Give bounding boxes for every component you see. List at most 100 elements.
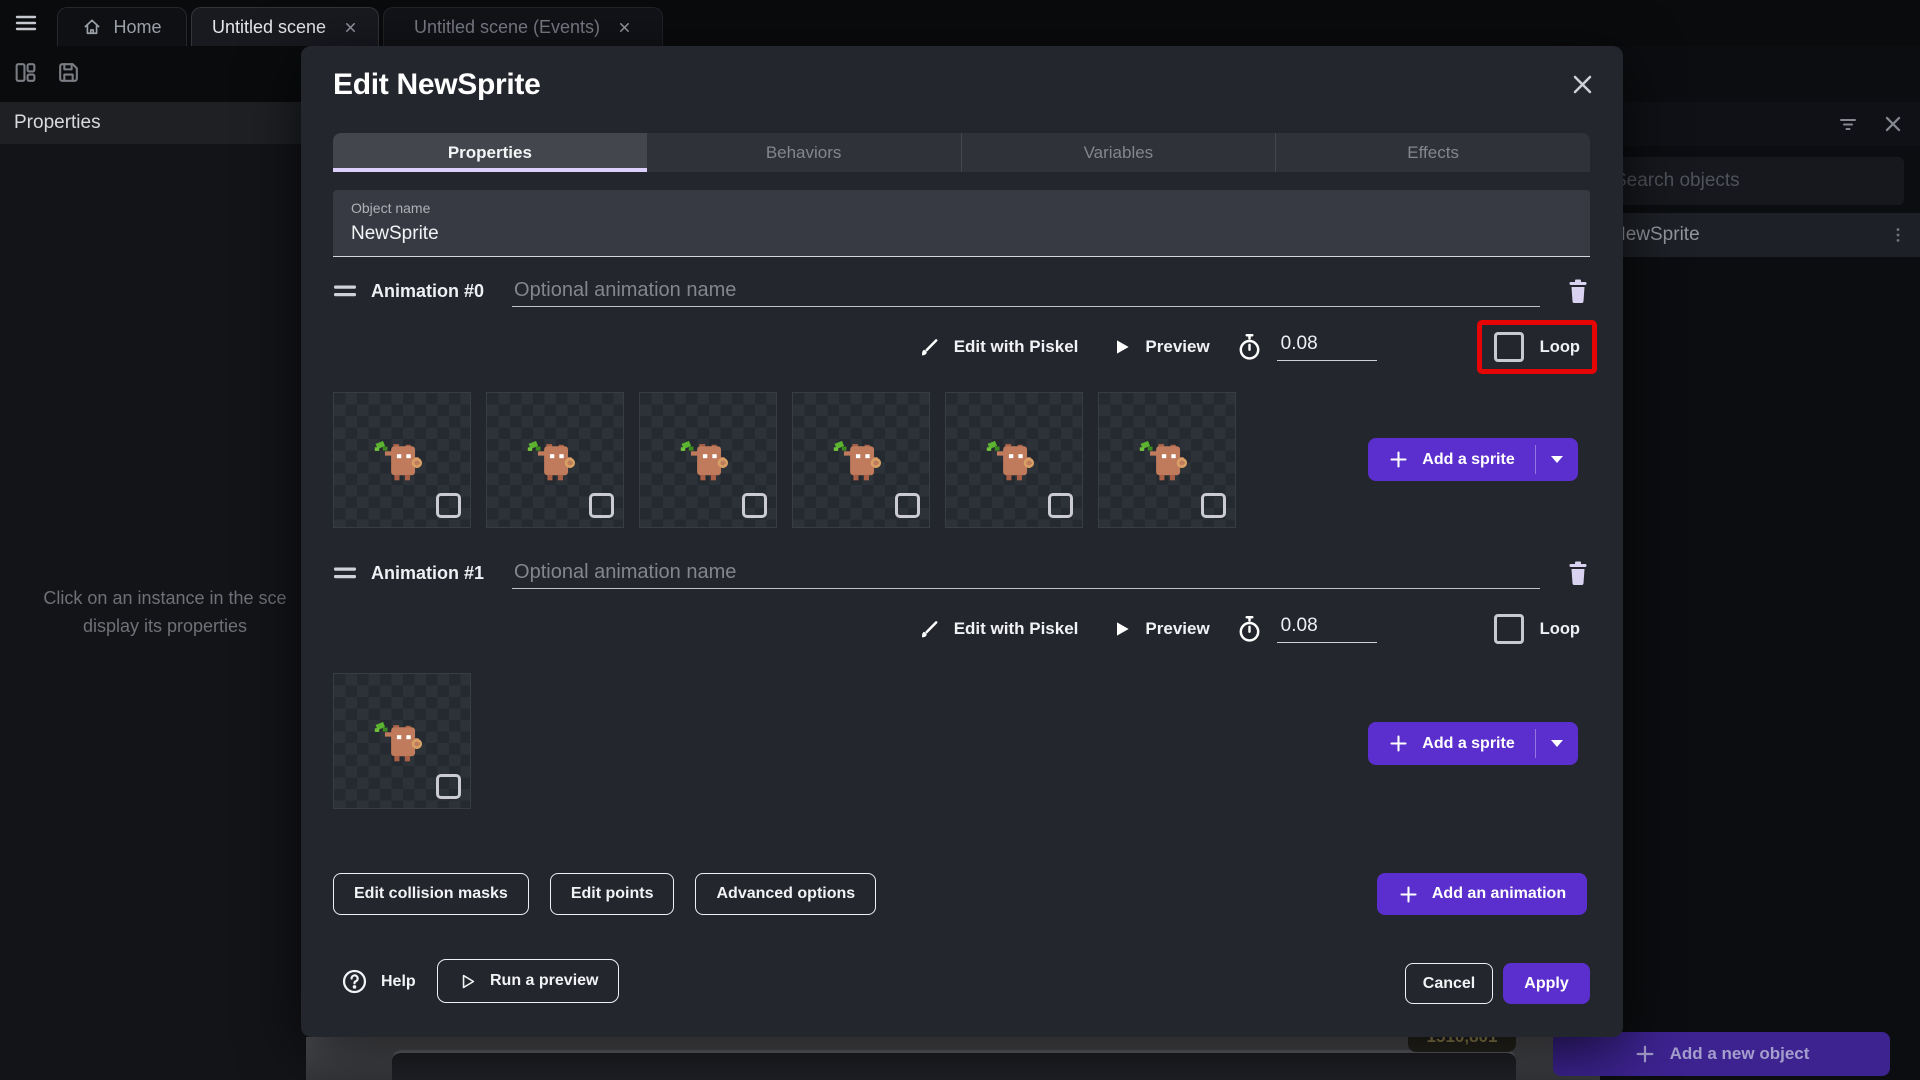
tab-behaviors[interactable]: Behaviors [647, 133, 962, 172]
close-tab-icon[interactable] [617, 20, 632, 35]
run-a-preview-button[interactable]: Run a preview [437, 959, 620, 1003]
sprite-frame-thumbnail[interactable] [333, 673, 471, 809]
pig-sprite-image [985, 439, 1035, 483]
frame-select-checkbox[interactable] [895, 493, 920, 518]
help-icon [342, 969, 367, 994]
sprite-frame-thumbnail[interactable] [333, 392, 471, 528]
properties-empty-message: Click on an instance in the sce display … [43, 588, 287, 636]
tab-untitled-scene[interactable]: Untitled scene [191, 7, 379, 46]
object-list-item-newsprite[interactable]: NewSprite [1600, 213, 1920, 257]
loop-label: Loop [1539, 619, 1580, 638]
add-an-animation-button[interactable]: Add an animation [1377, 873, 1587, 915]
animation-1-header: Animation #1 [333, 556, 1590, 590]
edit-points-button[interactable]: Edit points [549, 873, 675, 915]
gdevelop-app: Home Untitled scene Untitled scene (Even… [0, 0, 1920, 1080]
loop-checkbox[interactable] [1493, 614, 1524, 644]
search-objects-input[interactable] [1600, 157, 1904, 205]
frame-select-checkbox[interactable] [436, 493, 461, 518]
plus-icon [1390, 451, 1407, 468]
hamburger-menu-icon[interactable] [13, 11, 39, 35]
edit-sprite-dialog: Edit NewSprite Properties Behaviors Vari… [301, 46, 1623, 1037]
tab-effects[interactable]: Effects [1276, 133, 1590, 172]
add-sprite-dropdown[interactable] [1536, 438, 1578, 481]
delete-animation-icon[interactable] [1566, 278, 1590, 304]
help-button[interactable]: Help [341, 968, 416, 995]
animation-name-input[interactable] [512, 275, 1540, 307]
tab-home[interactable]: Home [57, 7, 187, 46]
object-name-field-label: Object name [351, 200, 431, 216]
tab-label: Home [113, 16, 162, 37]
add-sprite-button[interactable]: Add a sprite [1368, 438, 1578, 481]
brush-icon [921, 620, 938, 637]
animation-0-header: Animation #0 [333, 274, 1590, 308]
play-icon [1117, 622, 1130, 636]
apply-button[interactable]: Apply [1503, 963, 1590, 1004]
add-new-object-button[interactable]: Add a new object [1553, 1032, 1890, 1076]
loop-checkbox[interactable] [1493, 332, 1524, 362]
editor-tabs: Home Untitled scene Untitled scene (Even… [57, 7, 663, 46]
animation-1-frames [333, 673, 471, 809]
plus-icon [1390, 735, 1407, 752]
search-objects-box [1600, 157, 1904, 205]
delete-animation-icon[interactable] [1566, 560, 1590, 586]
animation-name-input[interactable] [512, 557, 1540, 589]
properties-panel-header: Properties [0, 102, 306, 144]
sprite-tools: Edit collision masks Edit points Advance… [333, 873, 877, 915]
dialog-close-icon[interactable] [1570, 72, 1595, 97]
frame-select-checkbox[interactable] [436, 774, 461, 799]
sprite-frame-thumbnail[interactable] [486, 392, 624, 528]
scene-bottom-panel [392, 1050, 1516, 1080]
animation-0-controls: Edit with Piskel Preview Loop [333, 318, 1597, 376]
loop-control: Loop [1477, 602, 1597, 656]
play-icon [1117, 340, 1130, 354]
edit-with-piskel-button[interactable]: Edit with Piskel [918, 618, 1078, 641]
sprite-frame-thumbnail[interactable] [639, 392, 777, 528]
cancel-button[interactable]: Cancel [1405, 963, 1493, 1004]
animation-0-frames [333, 392, 1236, 528]
frame-select-checkbox[interactable] [1201, 493, 1226, 518]
sprite-frame-thumbnail[interactable] [1098, 392, 1236, 528]
add-sprite-dropdown[interactable] [1536, 722, 1578, 765]
pig-sprite-image [1138, 439, 1188, 483]
tab-untitled-scene-events[interactable]: Untitled scene (Events) [383, 7, 663, 46]
play-outline-icon [462, 974, 475, 988]
frame-select-checkbox[interactable] [742, 493, 767, 518]
stopwatch-icon [1236, 615, 1263, 644]
tab-variables[interactable]: Variables [962, 133, 1277, 172]
object-name-field[interactable]: Object name NewSprite [333, 190, 1590, 257]
tab-properties[interactable]: Properties [333, 133, 647, 172]
project-manager-icon[interactable] [13, 60, 38, 85]
kebab-menu-icon[interactable] [1888, 224, 1920, 246]
close-panel-icon[interactable] [1882, 113, 1904, 135]
home-icon [84, 19, 100, 35]
time-between-frames-input[interactable] [1276, 615, 1377, 643]
objects-panel: NewSprite [1600, 46, 1920, 1080]
frame-select-checkbox[interactable] [589, 493, 614, 518]
sprite-frame-thumbnail[interactable] [945, 392, 1083, 528]
sprite-frame-thumbnail[interactable] [792, 392, 930, 528]
object-name-field-value: NewSprite [351, 223, 439, 244]
plus-icon [1636, 1045, 1654, 1063]
plus-icon [1400, 885, 1417, 903]
drag-handle-icon[interactable] [333, 566, 357, 580]
preview-button[interactable]: Preview [1112, 336, 1210, 358]
time-between-frames-input[interactable] [1276, 333, 1377, 361]
pig-sprite-image [832, 439, 882, 483]
advanced-options-button[interactable]: Advanced options [695, 873, 877, 915]
filter-icon[interactable] [1836, 112, 1860, 136]
animation-1-controls: Edit with Piskel Preview Loop [333, 600, 1597, 658]
drag-handle-icon[interactable] [333, 284, 357, 298]
properties-panel: Click on an instance in the sce display … [0, 144, 306, 1080]
frame-select-checkbox[interactable] [1048, 493, 1073, 518]
close-tab-icon[interactable] [343, 20, 358, 35]
add-sprite-button[interactable]: Add a sprite [1368, 722, 1578, 765]
pig-sprite-image [373, 720, 423, 764]
edit-with-piskel-button[interactable]: Edit with Piskel [918, 336, 1078, 359]
edit-collision-masks-button[interactable]: Edit collision masks [333, 873, 529, 915]
objects-panel-header [1600, 102, 1920, 146]
save-icon[interactable] [56, 60, 81, 85]
brush-icon [921, 338, 938, 355]
loop-highlight: Loop [1476, 320, 1597, 374]
preview-button[interactable]: Preview [1112, 618, 1210, 640]
stopwatch-icon [1236, 333, 1263, 362]
